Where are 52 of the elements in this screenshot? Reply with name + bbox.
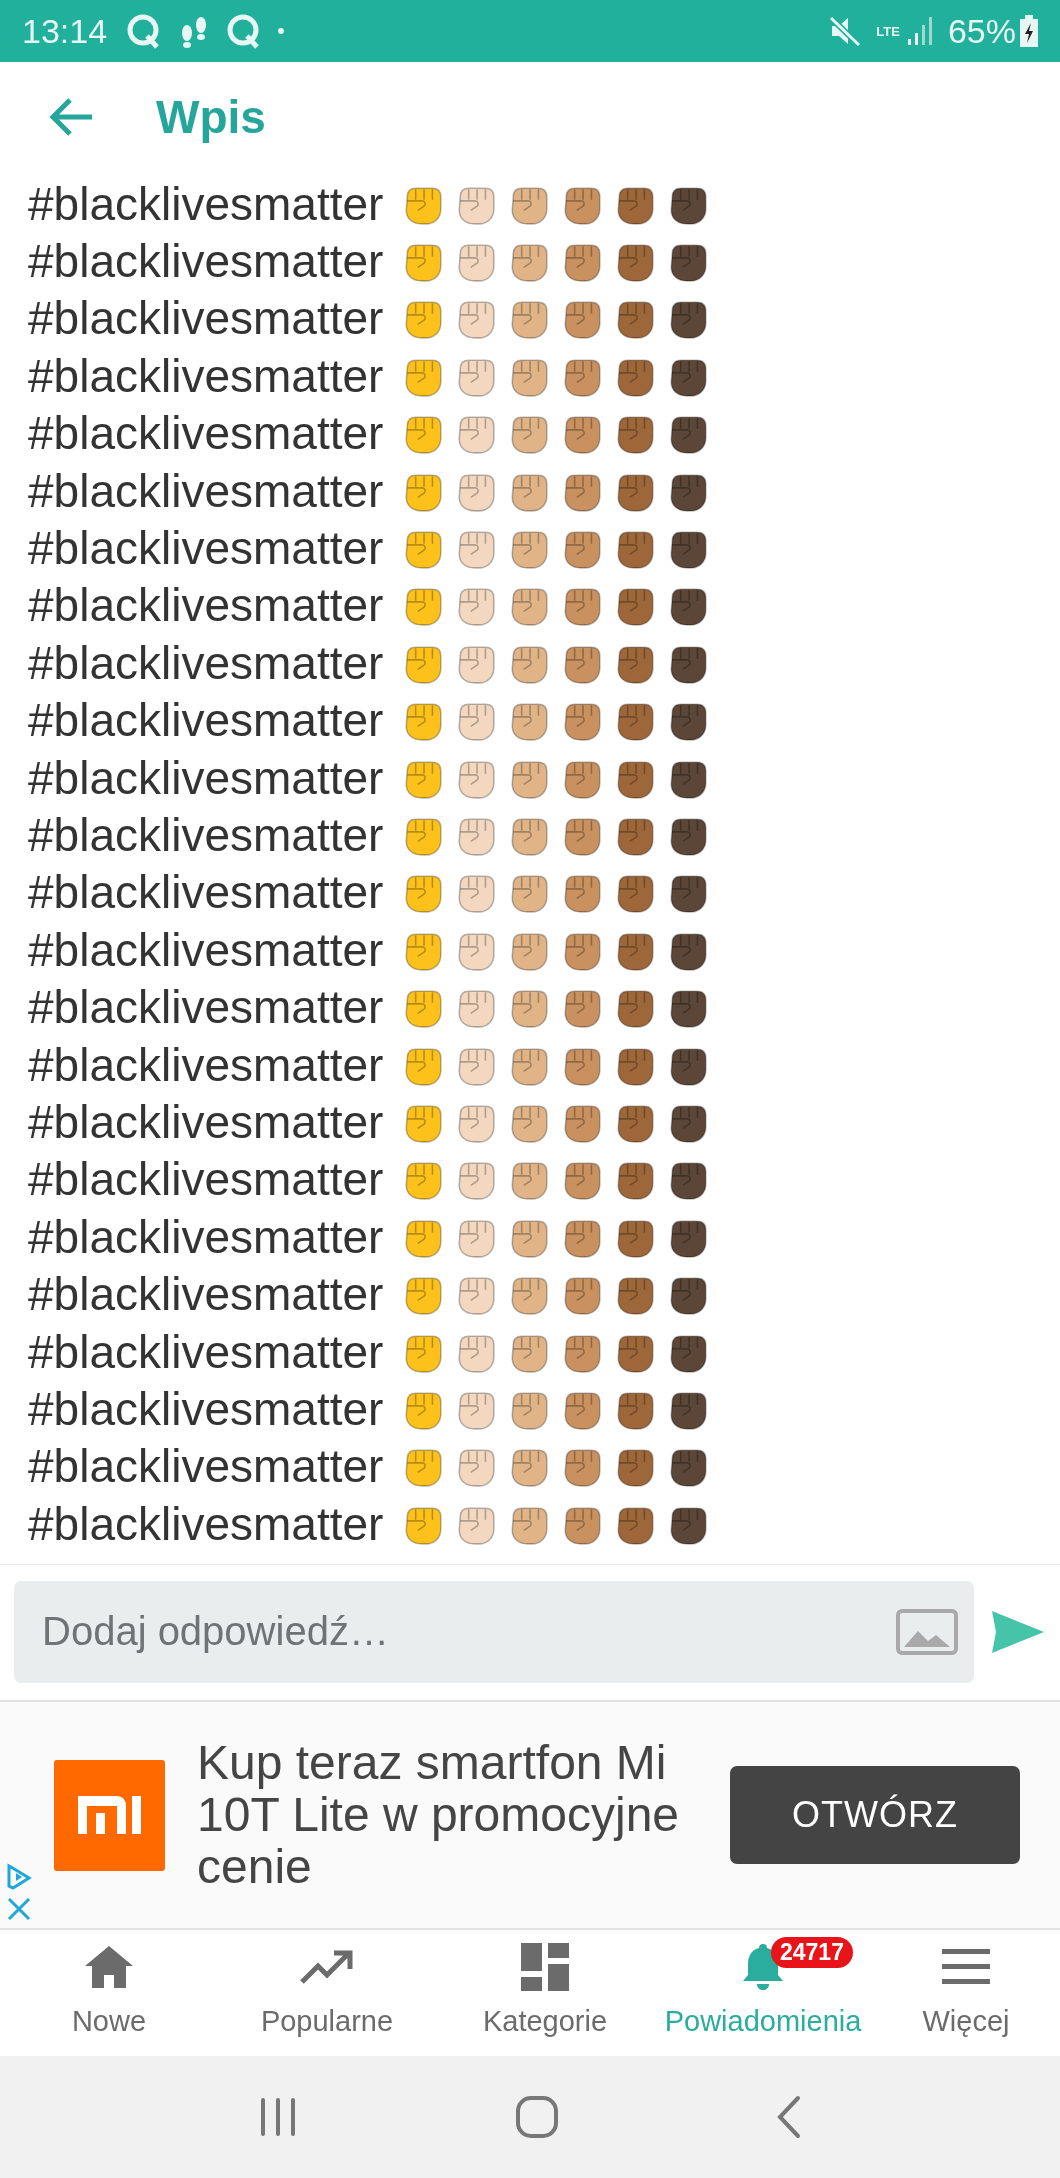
hashtag-text: #blacklivesmatter [28, 1037, 384, 1092]
home-icon [83, 1944, 135, 1990]
hashtag-text: #blacklivesmatter [28, 1496, 384, 1551]
page-title: Wpis [156, 90, 266, 144]
hashtag-text: #blacklivesmatter [28, 808, 384, 862]
back-button[interactable] [48, 97, 94, 137]
back-button[interactable] [775, 2095, 802, 2139]
battery-charging-icon [1020, 15, 1038, 47]
hashtag-text: #blacklivesmatter [28, 693, 384, 748]
hashtag-text: #blacklivesmatter [28, 578, 384, 633]
network-type: LTE [876, 24, 900, 38]
dashboard-icon [521, 1943, 569, 1991]
hashtag-text: #blacklivesmatter [28, 176, 384, 231]
reply-field[interactable]: Dodaj odpowiedź… [14, 1580, 974, 1683]
hashtag-text: #blacklivesmatter [28, 922, 384, 977]
hashtag-text: #blacklivesmatter [28, 1381, 384, 1436]
hashtag-text: #blacklivesmatter [28, 291, 384, 346]
ad-headline[interactable]: Kup teraz smartfon Mi 10T Lite w promocyjne cenie [197, 1737, 707, 1893]
nav-tab[interactable]: Popularne [218, 1932, 436, 2056]
hashtag-text: #blacklivesmatter [28, 348, 384, 403]
hashtag-text: #blacklivesmatter [28, 1209, 384, 1264]
hashtag-text: #blacklivesmatter [28, 521, 384, 576]
home-button[interactable] [515, 2095, 559, 2139]
hashtag-text: #blacklivesmatter [28, 980, 384, 1035]
battery-level: 65% [947, 11, 1016, 51]
hashtag-text: #blacklivesmatter [28, 1152, 384, 1207]
hashtag-text: #blacklivesmatter [28, 1267, 384, 1322]
image-icon[interactable] [896, 1608, 958, 1655]
menu-icon [942, 1949, 990, 1985]
close-icon[interactable] [6, 1896, 32, 1922]
dot-icon [277, 27, 286, 35]
hashtag-text: #blacklivesmatter [28, 1439, 384, 1494]
status-time: 13:14 [22, 11, 108, 51]
nav-tab[interactable]: Nowe [0, 1932, 218, 2056]
hashtag-text: #blacklivesmatter [28, 406, 384, 461]
hashtag-text: #blacklivesmatter [28, 865, 384, 920]
mute-icon [828, 15, 863, 47]
signal-icon [907, 17, 934, 45]
trending-up-icon [300, 1950, 354, 1984]
nav-tab[interactable]: 24717 Powiadomienia [654, 1932, 872, 2056]
nav-tab[interactable]: Kategorie [436, 1932, 654, 2056]
hashtag-text: #blacklivesmatter [28, 635, 384, 690]
hashtag-text: #blacklivesmatter [28, 463, 384, 518]
hashtag-text: #blacklivesmatter [28, 1094, 384, 1149]
send-button[interactable] [990, 1608, 1046, 1655]
nav-tab[interactable]: Więcej [872, 1932, 1060, 2056]
notification-badge: 24717 [771, 1937, 853, 1968]
open-button[interactable]: OTWÓRZ [730, 1766, 1020, 1864]
hashtag-text: #blacklivesmatter [28, 234, 384, 289]
mi-logo-icon [54, 1759, 165, 1871]
hashtag-text: #blacklivesmatter [28, 1324, 384, 1379]
hashtag-text: #blacklivesmatter [28, 750, 384, 805]
